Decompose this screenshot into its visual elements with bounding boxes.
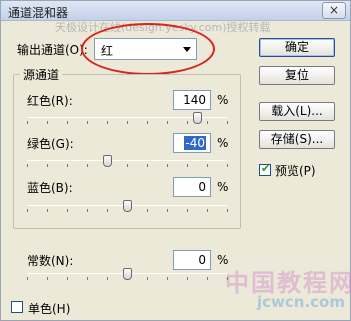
monochrome-label[interactable]: 单色(H): [28, 300, 70, 317]
slider-tick: [147, 121, 148, 124]
channel-mixer-dialog: 通道混和器 × 天极设计在线(design.yesky.com)授权转载 输出通…: [0, 0, 351, 321]
slider-tick: [67, 164, 68, 167]
slider-thumb[interactable]: [193, 112, 202, 124]
slider-tick: [207, 164, 208, 167]
slider-tick: [107, 277, 108, 280]
constant-input[interactable]: 0: [173, 250, 211, 270]
slider-tick: [67, 277, 68, 280]
site-watermark-url: jcwcn.com: [257, 293, 345, 311]
slider-tick: [47, 121, 48, 124]
save-button[interactable]: 存储(S)...: [259, 130, 335, 149]
ok-button[interactable]: 确定: [259, 38, 335, 57]
slider-track[interactable]: [27, 160, 227, 161]
preview-label[interactable]: 预览(P): [275, 162, 316, 179]
slider-tick: [167, 164, 168, 167]
slider-tick: [47, 164, 48, 167]
slider-tick: [107, 209, 108, 212]
blue-input[interactable]: 0: [173, 177, 211, 197]
output-channel-label: 输出通道(O):: [17, 43, 88, 57]
slider-tick: [47, 277, 48, 280]
blue-percent: %: [217, 180, 229, 194]
slider-tick: [87, 277, 88, 280]
slider-tick: [87, 209, 88, 212]
slider-tick: [187, 164, 188, 167]
slider-tick: [167, 277, 168, 280]
slider-tick: [127, 121, 128, 124]
slider-tick: [227, 121, 228, 124]
slider-tick: [67, 209, 68, 212]
slider-tick: [107, 121, 108, 124]
slider-thumb[interactable]: [123, 268, 132, 280]
red-label: 红色(R):: [27, 94, 73, 108]
green-label: 绿色(G):: [27, 137, 74, 151]
slider-tick: [187, 209, 188, 212]
slider-tick: [127, 164, 128, 167]
slider-tick: [27, 121, 28, 124]
slider-tick: [207, 121, 208, 124]
slider-thumb[interactable]: [123, 200, 132, 212]
green-input[interactable]: -40: [173, 133, 211, 153]
blue-label: 蓝色(B):: [27, 181, 73, 195]
slider-tick: [87, 164, 88, 167]
slider-tick: [27, 209, 28, 212]
source-channels-title: 源通道: [20, 66, 63, 83]
slider-tick: [147, 164, 148, 167]
preview-checkbox[interactable]: ✔: [259, 162, 271, 176]
slider-tick: [227, 209, 228, 212]
title-bar[interactable]: 通道混和器 ×: [1, 1, 350, 21]
green-percent: %: [217, 136, 229, 150]
slider-tick: [47, 209, 48, 212]
slider-tick: [227, 277, 228, 280]
reset-button[interactable]: 复位: [259, 66, 335, 85]
slider-tick: [67, 121, 68, 124]
monochrome-checkbox[interactable]: [11, 301, 23, 313]
close-icon: ×: [328, 3, 340, 17]
load-button[interactable]: 载入(L)...: [259, 102, 335, 121]
slider-tick: [147, 209, 148, 212]
slider-tick: [167, 209, 168, 212]
annotation-ellipse: [81, 23, 215, 75]
close-button[interactable]: ×: [322, 2, 346, 19]
slider-tick: [27, 164, 28, 167]
red-input[interactable]: 140: [173, 90, 211, 110]
slider-tick: [27, 277, 28, 280]
slider-tick: [207, 209, 208, 212]
slider-tick: [187, 277, 188, 280]
slider-tick: [167, 121, 168, 124]
constant-label: 常数(N):: [27, 254, 74, 268]
slider-thumb[interactable]: [103, 155, 112, 167]
red-percent: %: [217, 93, 229, 107]
checkmark-icon: ✔: [261, 162, 271, 175]
slider-tick: [227, 164, 228, 167]
slider-tick: [147, 277, 148, 280]
slider-tick: [207, 277, 208, 280]
slider-tick: [187, 121, 188, 124]
slider-tick: [87, 121, 88, 124]
